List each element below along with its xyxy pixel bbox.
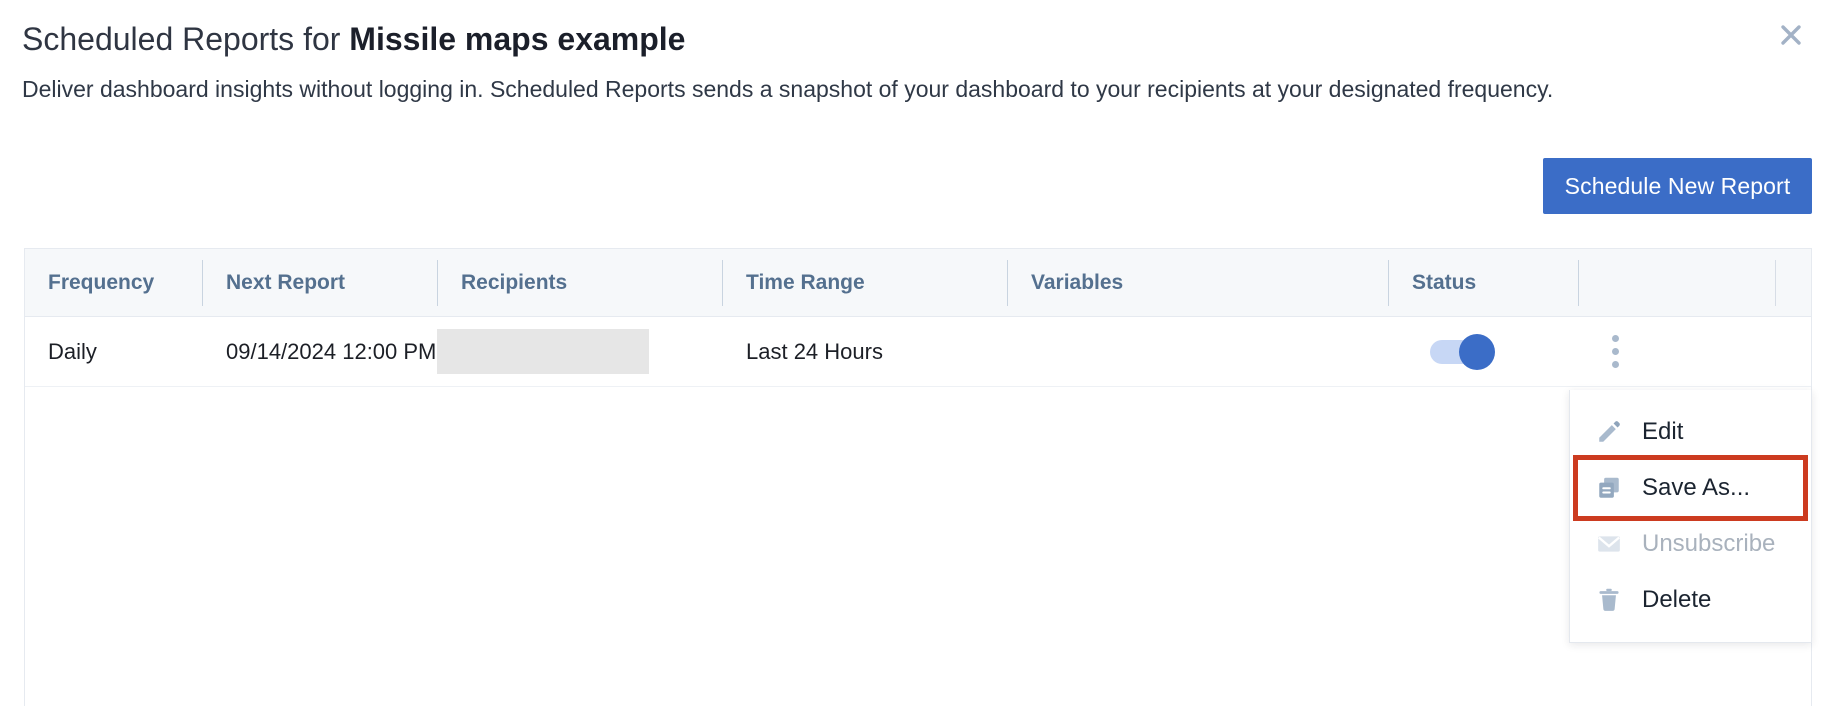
menu-item-edit[interactable]: Edit <box>1570 404 1811 460</box>
column-header-actions <box>1578 249 1812 317</box>
column-header-variables: Variables <box>1007 249 1388 317</box>
redacted-recipients <box>437 329 649 374</box>
dashboard-name: Missile maps example <box>349 21 685 57</box>
menu-item-label: Unsubscribe <box>1642 530 1775 558</box>
page-title-prefix: Scheduled Reports for <box>22 21 349 57</box>
menu-item-label: Delete <box>1642 586 1711 614</box>
menu-item-unsubscribe: Unsubscribe <box>1570 516 1811 572</box>
menu-item-delete[interactable]: Delete <box>1570 572 1811 628</box>
kebab-dot <box>1612 348 1619 355</box>
row-actions-menu: Edit Save As... Unsubscribe <box>1569 390 1812 643</box>
cell-status <box>1388 317 1578 387</box>
status-toggle-knob <box>1459 334 1495 370</box>
page-subtitle: Deliver dashboard insights without loggi… <box>22 74 1553 104</box>
column-header-status: Status <box>1388 249 1578 317</box>
trash-icon <box>1592 585 1626 615</box>
copy-icon <box>1592 473 1626 503</box>
column-header-frequency: Frequency <box>25 249 202 317</box>
table-header-row: Frequency Next Report Recipients Time Ra… <box>25 249 1811 317</box>
cell-time-range: Last 24 Hours <box>722 317 1007 387</box>
status-toggle[interactable] <box>1430 340 1492 364</box>
scheduled-reports-modal: Scheduled Reports for Missile maps examp… <box>0 0 1830 706</box>
column-header-next-report: Next Report <box>202 249 437 317</box>
scheduled-reports-table: Frequency Next Report Recipients Time Ra… <box>24 248 1812 706</box>
kebab-dot <box>1612 361 1619 368</box>
kebab-dot <box>1612 335 1619 342</box>
close-button[interactable] <box>1774 18 1808 52</box>
page-title: Scheduled Reports for Missile maps examp… <box>22 17 685 61</box>
menu-item-label: Edit <box>1642 418 1683 446</box>
column-header-recipients: Recipients <box>437 249 722 317</box>
envelope-icon <box>1592 529 1626 559</box>
cell-frequency: Daily <box>25 317 202 387</box>
close-icon <box>1777 21 1805 49</box>
table-body: Daily 09/14/2024 12:00 PM Last 24 Hours <box>25 317 1811 387</box>
column-divider <box>1775 260 1776 306</box>
cell-recipients <box>437 317 722 387</box>
schedule-new-report-button[interactable]: Schedule New Report <box>1543 158 1812 214</box>
menu-item-label: Save As... <box>1642 474 1750 502</box>
kebab-menu-icon[interactable] <box>1598 332 1632 372</box>
menu-item-save-as[interactable]: Save As... <box>1578 460 1803 516</box>
column-header-time-range: Time Range <box>722 249 1007 317</box>
cell-next-report: 09/14/2024 12:00 PM <box>202 317 437 387</box>
table-row: Daily 09/14/2024 12:00 PM Last 24 Hours <box>25 317 1811 387</box>
pencil-icon <box>1592 417 1626 447</box>
cell-actions <box>1578 317 1812 387</box>
cell-variables <box>1007 317 1388 387</box>
